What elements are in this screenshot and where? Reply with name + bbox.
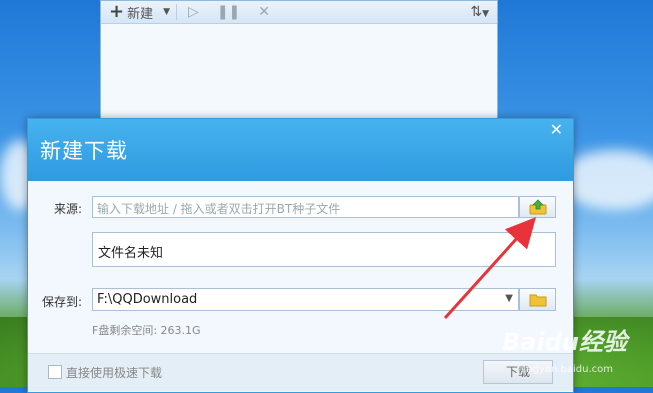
watermark-url: jingyan.baidu.com [520,364,613,375]
watermark-logo: Baidu经验 [502,328,627,356]
